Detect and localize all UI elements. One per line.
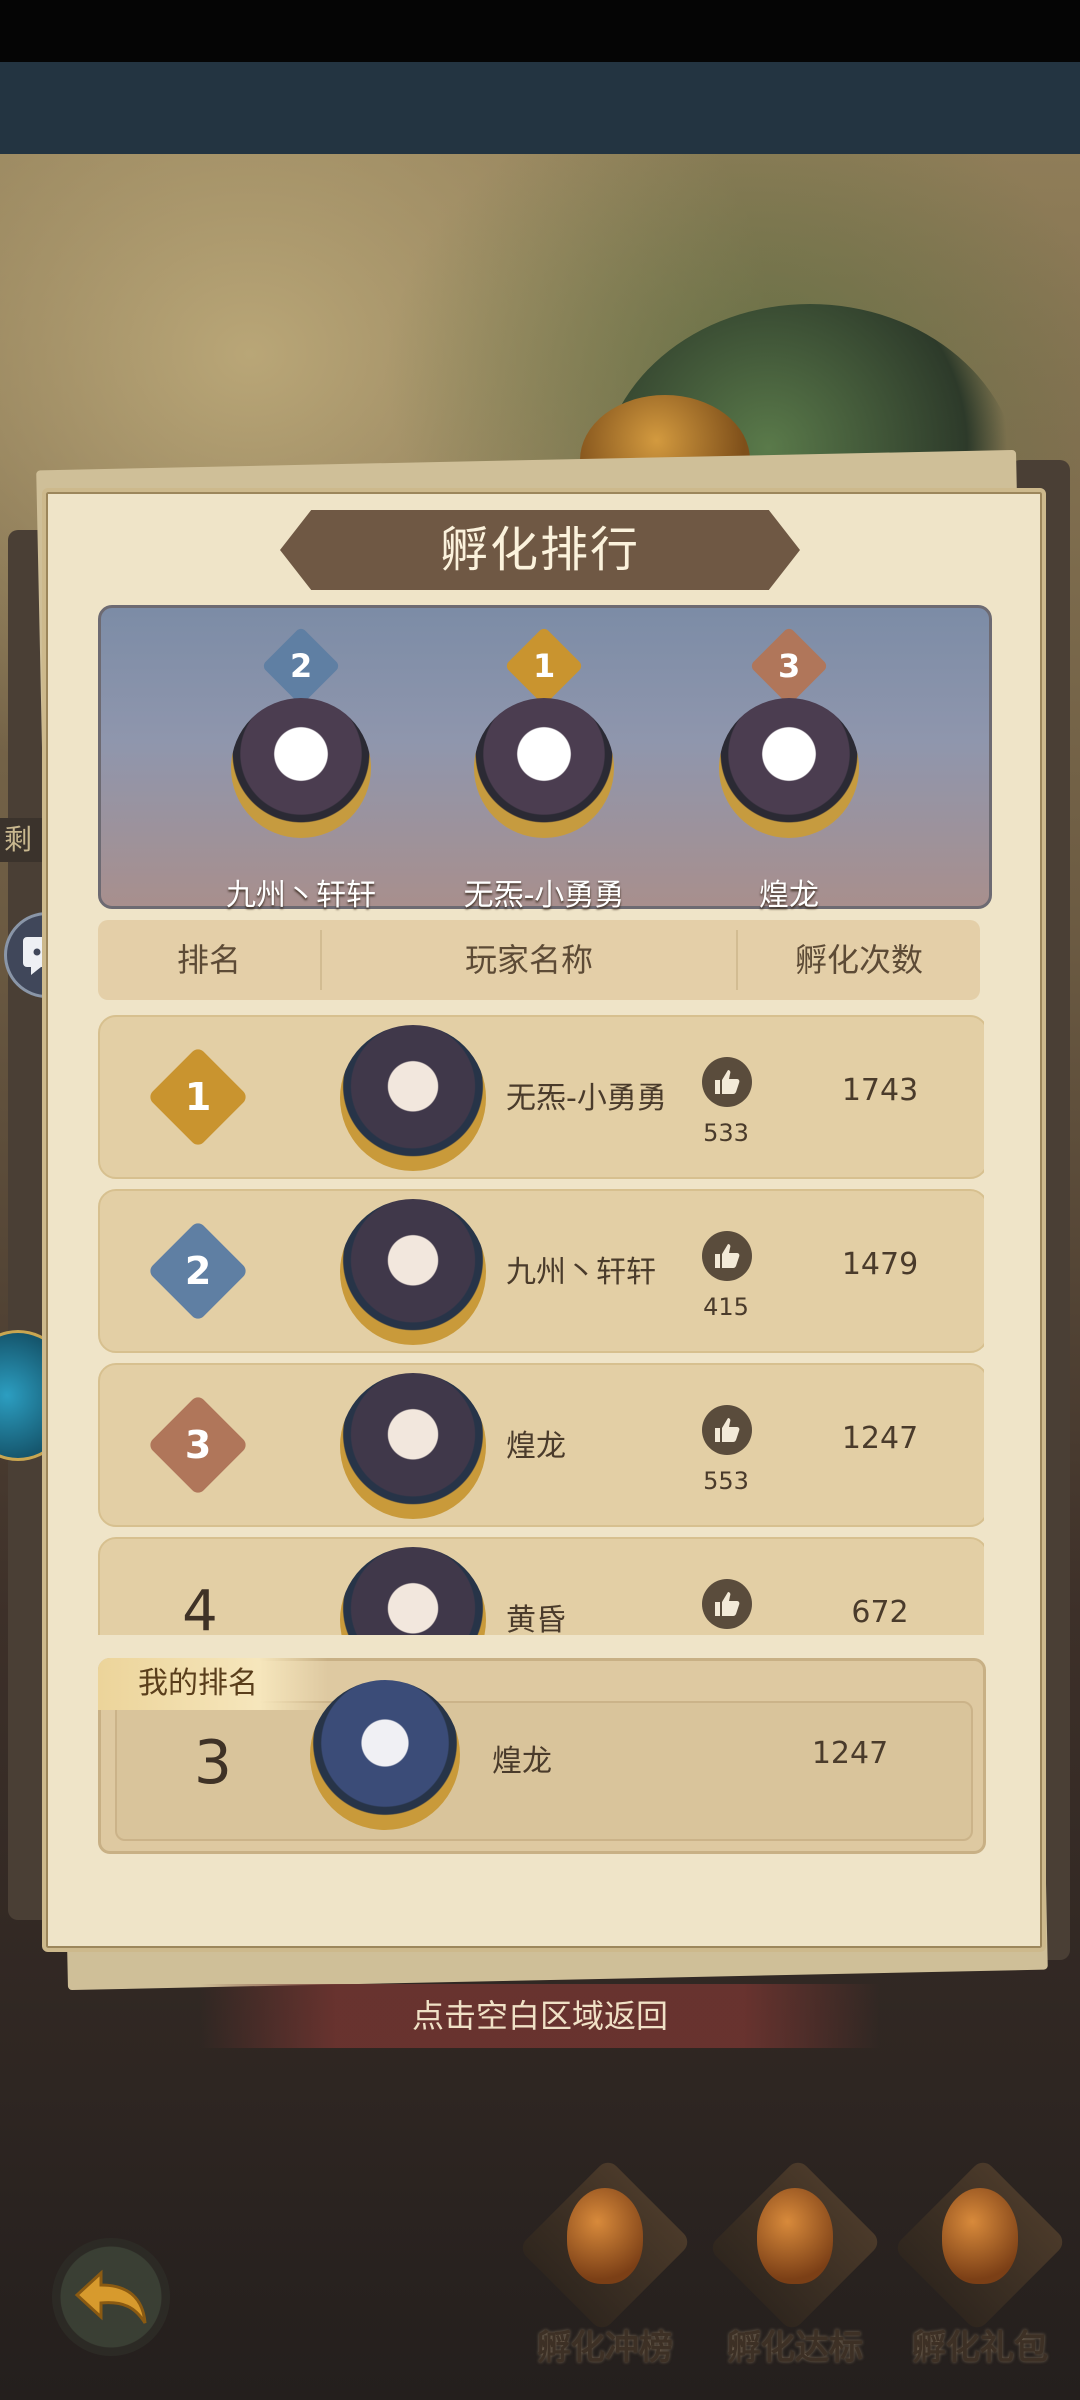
rank-badge-icon: 1 xyxy=(504,626,584,706)
like-button[interactable] xyxy=(702,1057,752,1107)
table-row[interactable]: 2 九州丶轩轩 415 1479 xyxy=(98,1189,984,1353)
egg-icon xyxy=(942,2188,1018,2284)
avatar[interactable] xyxy=(340,1373,486,1519)
table-row[interactable]: 1 无炁-小勇勇 533 1743 xyxy=(98,1015,984,1179)
my-player-name: 煌龙 xyxy=(492,1744,552,1779)
avatar[interactable] xyxy=(340,1025,486,1171)
table-header: 排名 玩家名称 孵化次数 xyxy=(98,920,980,1000)
thumb-up-icon xyxy=(715,1418,740,1442)
status-bar xyxy=(0,0,1080,62)
hatch-rush-button[interactable]: 孵化冲榜 xyxy=(505,2157,705,2400)
top-bar xyxy=(0,62,1080,154)
top-three-podium: 2 九州丶轩轩 1 无炁-小勇勇 3 煌龙 xyxy=(98,605,992,913)
like-button[interactable] xyxy=(702,1405,752,1455)
header-player: 玩家名称 xyxy=(464,941,593,979)
rank-badge-icon: 3 xyxy=(749,626,829,706)
table-row[interactable]: 3 煌龙 553 1247 xyxy=(98,1363,984,1527)
avatar[interactable] xyxy=(310,1680,460,1830)
my-hatch-count: 1247 xyxy=(811,1736,889,1771)
player-name: 黄昏 xyxy=(506,1603,566,1635)
bottom-button-label: 孵化礼包 xyxy=(912,2328,1048,2368)
avatar xyxy=(231,698,371,838)
avatar xyxy=(719,698,859,838)
thumb-up-icon xyxy=(715,1070,740,1094)
back-arrow-icon xyxy=(74,2269,147,2324)
rank-badge-icon: 3 xyxy=(147,1394,249,1496)
my-rank-number: 3 xyxy=(193,1728,233,1798)
like-button[interactable] xyxy=(702,1231,752,1281)
rank-badge-icon: 2 xyxy=(261,626,341,706)
like-button[interactable] xyxy=(702,1579,752,1629)
podium-name: 九州丶轩轩 xyxy=(226,878,376,913)
player-name: 煌龙 xyxy=(506,1429,566,1464)
like-count: 415 xyxy=(703,1293,749,1321)
like-count: 533 xyxy=(703,1119,749,1147)
return-hint[interactable]: 点击空白区域返回 xyxy=(200,1984,880,2048)
podium-name: 煌龙 xyxy=(759,878,819,913)
bottom-button-label: 孵化冲榜 xyxy=(537,2328,673,2368)
ranking-list[interactable]: 1 无炁-小勇勇 533 1743 2 九州丶轩轩 415 1479 3 煌龙 … xyxy=(98,1015,984,1635)
bottom-button-label: 孵化达标 xyxy=(727,2328,863,2368)
page-title: 孵化排行 xyxy=(439,522,640,578)
egg-icon xyxy=(567,2188,643,2284)
like-count: 553 xyxy=(703,1467,749,1495)
my-rank-label: 我的排名 xyxy=(98,1658,328,1710)
player-name: 无炁-小勇勇 xyxy=(506,1081,667,1116)
hatch-count: 1479 xyxy=(841,1247,919,1282)
rank-badge-icon: 2 xyxy=(147,1220,249,1322)
header-rank: 排名 xyxy=(176,941,241,979)
thumb-up-icon xyxy=(715,1592,740,1616)
hatch-goal-button[interactable]: 孵化达标 xyxy=(695,2157,895,2400)
back-button[interactable] xyxy=(52,2238,170,2356)
egg-icon xyxy=(757,2188,833,2284)
avatar[interactable] xyxy=(340,1199,486,1345)
podium-name: 无炁-小勇勇 xyxy=(463,878,625,913)
rank-number: 4 xyxy=(182,1579,218,1635)
hatch-gift-button[interactable]: 孵化礼包 xyxy=(880,2157,1080,2400)
thumb-up-icon xyxy=(715,1244,740,1268)
header-count: 孵化次数 xyxy=(794,941,923,979)
avatar xyxy=(474,698,614,838)
rank-badge-icon: 1 xyxy=(147,1046,249,1148)
avatar[interactable] xyxy=(340,1547,486,1635)
hatch-count: 1743 xyxy=(841,1073,919,1108)
hatch-count: 672 xyxy=(851,1595,909,1630)
table-row[interactable]: 4 黄昏 672 xyxy=(98,1537,984,1635)
player-name: 九州丶轩轩 xyxy=(506,1255,656,1290)
hatch-count: 1247 xyxy=(841,1421,919,1456)
